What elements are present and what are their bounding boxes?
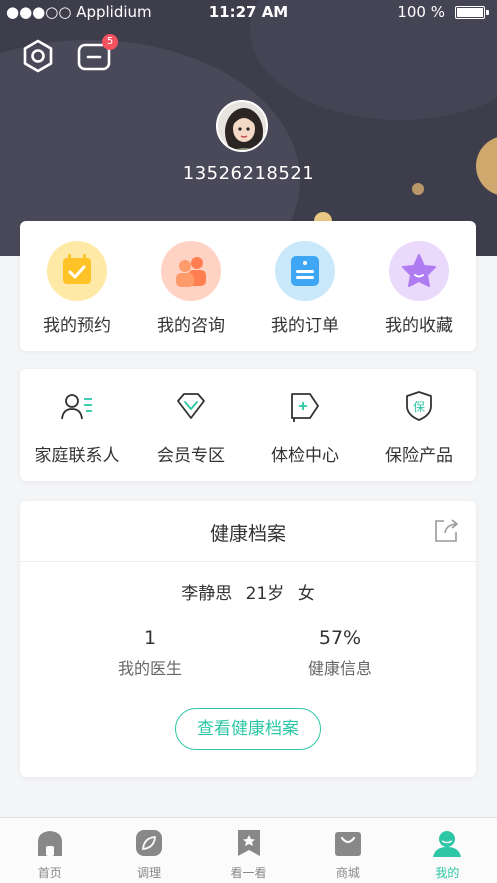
service-label: 体检中心 [271, 446, 339, 466]
insurance-glyph: 保 [413, 400, 425, 414]
share-icon[interactable] [432, 516, 460, 544]
doctor-label: 我的医生 [117, 659, 182, 678]
order-list-icon [291, 256, 319, 286]
message-count-badge: 5 [102, 34, 118, 50]
shop-bag-icon [334, 832, 361, 856]
service-label: 保险产品 [385, 446, 453, 466]
quick-actions-card: 我的预约 我的咨询 我的订单 我的收藏 [20, 221, 476, 351]
consult-people-icon [176, 257, 206, 287]
tab-label: 我的 [435, 866, 460, 880]
tab-label: 商城 [335, 866, 360, 880]
profile-header: ●●●○○ Applidium 11:27 AM 100 % 5 1352621… [0, 0, 497, 256]
calendar-check-icon [63, 254, 91, 284]
tab-mine[interactable]: 我的 [398, 818, 497, 883]
settings-gear-icon [23, 39, 53, 73]
checkup-tag-icon [291, 393, 319, 422]
health-info-label: 健康信息 [307, 659, 372, 678]
star-icon [402, 254, 436, 287]
leaf-icon [136, 830, 163, 856]
diamond-icon [177, 393, 205, 419]
tab-label: 看一看 [230, 866, 267, 880]
home-icon [37, 831, 62, 856]
user-phone-number: 13526218521 [182, 163, 315, 184]
my-doctors-stat[interactable]: 1 我的医生 [75, 627, 225, 679]
messages-button[interactable]: 5 [76, 34, 118, 74]
tab-shop[interactable]: 商城 [298, 818, 397, 883]
battery-percent: 100 % [397, 3, 445, 21]
health-info-stat[interactable]: 57% 健康信息 [265, 627, 415, 679]
settings-button[interactable] [20, 38, 56, 74]
divider [20, 561, 476, 562]
tab-label: 首页 [37, 866, 62, 880]
patient-age: 21岁 [245, 584, 285, 604]
my-consultations-button[interactable]: 我的咨询 [134, 221, 248, 351]
patient-info: 李静思 21岁 女 [20, 579, 476, 604]
service-label: 家庭联系人 [34, 446, 120, 466]
doctor-count: 1 [143, 627, 157, 649]
health-info-percent: 57% [318, 627, 362, 649]
service-label: 会员专区 [157, 446, 225, 466]
tab-home[interactable]: 首页 [0, 818, 99, 883]
my-appointments-button[interactable]: 我的预约 [20, 221, 134, 351]
services-card: 家庭联系人 会员专区 体检中心 保 保险产品 [20, 369, 476, 481]
tab-label: 调理 [137, 866, 162, 880]
insurance-shield-icon: 保 [406, 391, 432, 421]
member-zone-button[interactable]: 会员专区 [134, 369, 248, 481]
insurance-products-button[interactable]: 保 保险产品 [362, 369, 476, 481]
family-contacts-button[interactable]: 家庭联系人 [20, 369, 134, 481]
battery-icon [455, 6, 485, 19]
quick-action-label: 我的收藏 [385, 316, 453, 336]
avatar[interactable] [216, 100, 268, 152]
patient-name: 李静思 [181, 584, 233, 604]
bottom-tab-bar: 首页 调理 看一看 商城 我的 [0, 817, 497, 883]
tab-conditioning[interactable]: 调理 [99, 818, 198, 883]
profile-icon [433, 831, 462, 857]
patient-gender: 女 [297, 584, 315, 604]
my-favorites-button[interactable]: 我的收藏 [362, 221, 476, 351]
health-archive-card: 健康档案 李静思 21岁 女 1 我的医生 57% 健康信息 查看健康档案 [20, 501, 476, 777]
status-bar: ●●●○○ Applidium 11:27 AM 100 % [0, 0, 497, 24]
health-archive-title: 健康档案 [209, 523, 286, 545]
my-orders-button[interactable]: 我的订单 [248, 221, 362, 351]
quick-action-label: 我的订单 [271, 316, 339, 336]
header-decoration-dot [412, 183, 424, 195]
view-health-archive-button[interactable]: 查看健康档案 [175, 708, 321, 750]
bookmark-star-icon [237, 830, 260, 856]
family-contact-icon [61, 394, 92, 420]
quick-action-label: 我的咨询 [157, 316, 225, 336]
tab-browse[interactable]: 看一看 [199, 818, 298, 883]
quick-action-label: 我的预约 [43, 316, 111, 336]
checkup-center-button[interactable]: 体检中心 [248, 369, 362, 481]
